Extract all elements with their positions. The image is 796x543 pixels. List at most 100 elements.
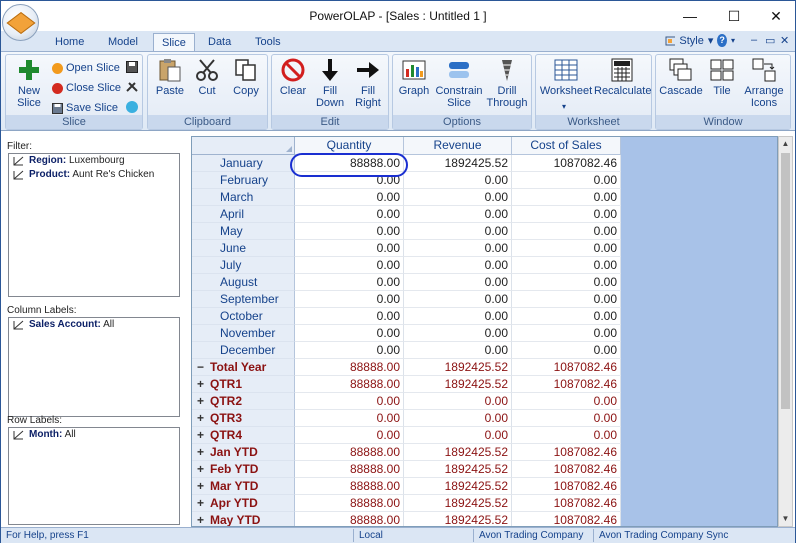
row-header[interactable]: + May YTD [192,512,295,526]
expand-icon[interactable]: + [197,444,207,461]
close-button[interactable]: ✕ [753,1,796,31]
data-cell[interactable]: 1087082.46 [512,376,621,393]
data-cell[interactable]: 0.00 [404,291,512,308]
vertical-scrollbar[interactable]: ▲ ▼ [778,136,793,527]
data-cell[interactable]: 0.00 [295,223,404,240]
data-cell[interactable]: 0.00 [512,172,621,189]
tile-button[interactable]: Tile [705,57,739,97]
row-header[interactable]: July [192,257,295,274]
grid-corner[interactable] [192,137,295,155]
tab-data[interactable]: Data [200,33,239,51]
data-cell[interactable]: 0.00 [404,274,512,291]
expand-icon[interactable]: + [197,478,207,495]
data-cell[interactable]: 1892425.52 [404,512,512,526]
row-header[interactable]: December [192,342,295,359]
row-header[interactable]: April [192,206,295,223]
row-header[interactable]: February [192,172,295,189]
row-header[interactable]: + QTR2 [192,393,295,410]
data-cell[interactable]: 0.00 [404,308,512,325]
fill-right-button[interactable]: Fill Right [349,57,387,109]
application-menu-button[interactable] [2,4,39,41]
data-cell[interactable]: 88888.00 [295,376,404,393]
data-cell[interactable]: 0.00 [512,274,621,291]
cut-button[interactable]: Cut [190,57,224,97]
row-header[interactable]: October [192,308,295,325]
row-item-month[interactable]: Month: All [9,428,179,442]
data-cell[interactable]: 0.00 [404,223,512,240]
data-cell[interactable]: 0.00 [404,342,512,359]
expand-icon[interactable]: + [197,393,207,410]
row-header[interactable]: August [192,274,295,291]
data-cell[interactable]: 0.00 [512,342,621,359]
worksheet-dropdown-icon[interactable]: ▾ [562,102,566,111]
mdi-restore-button[interactable]: ▭ [765,34,775,47]
row-labels-panel[interactable]: Month: All [8,427,180,525]
data-cell[interactable]: 88888.00 [295,478,404,495]
data-cell[interactable]: 1892425.52 [404,478,512,495]
maximize-button[interactable]: ☐ [711,1,757,31]
expand-icon[interactable]: + [197,461,207,478]
tab-home[interactable]: Home [47,33,92,51]
floppy-icon[interactable] [126,61,138,73]
row-header[interactable]: May [192,223,295,240]
cascade-button[interactable]: Cascade [659,57,703,97]
data-cell[interactable]: 0.00 [512,308,621,325]
sync-icon[interactable] [126,101,138,113]
data-cell[interactable]: 0.00 [295,427,404,444]
expand-icon[interactable]: + [197,512,207,526]
fill-down-button[interactable]: Fill Down [313,57,347,109]
row-header[interactable]: November [192,325,295,342]
column-item-sales-account[interactable]: Sales Account: All [9,318,179,332]
data-cell[interactable]: 0.00 [512,240,621,257]
column-labels-panel[interactable]: Sales Account: All [8,317,180,417]
data-cell[interactable]: 1087082.46 [512,478,621,495]
data-cell[interactable]: 1892425.52 [404,461,512,478]
filter-item-region[interactable]: Region: Luxembourg [9,154,179,168]
data-cell[interactable]: 1892425.52 [404,155,512,172]
row-header[interactable]: June [192,240,295,257]
expand-icon[interactable]: + [197,410,207,427]
mdi-close-button[interactable]: ✕ [780,34,789,47]
data-cell[interactable]: 0.00 [295,291,404,308]
data-cell[interactable]: 1087082.46 [512,444,621,461]
tab-tools[interactable]: Tools [247,33,289,51]
data-cell[interactable]: 88888.00 [295,359,404,376]
help-icon[interactable]: ? [717,34,727,47]
data-cell[interactable]: 1892425.52 [404,359,512,376]
data-cell[interactable]: 88888.00 [295,461,404,478]
constrain-slice-button[interactable]: Constrain Slice [435,57,483,109]
row-header[interactable]: January [192,155,295,172]
data-cell[interactable]: 0.00 [295,325,404,342]
data-cell[interactable]: 0.00 [512,393,621,410]
data-cell[interactable]: 0.00 [295,257,404,274]
worksheet-button[interactable]: Worksheet [539,57,593,97]
drill-through-button[interactable]: Drill Through [485,57,529,109]
data-cell[interactable]: 0.00 [512,325,621,342]
data-cell[interactable]: 1087082.46 [512,461,621,478]
data-cell[interactable]: 0.00 [404,427,512,444]
tab-model[interactable]: Model [100,33,146,51]
row-header[interactable]: + QTR4 [192,427,295,444]
collapse-icon[interactable]: − [197,359,207,376]
scroll-down-arrow[interactable]: ▼ [779,512,792,526]
minimize-button[interactable]: — [667,1,713,31]
column-header-cost-of-sales[interactable]: Cost of Sales [512,137,621,155]
row-header[interactable]: + Apr YTD [192,495,295,512]
scroll-thumb[interactable] [781,153,790,409]
data-cell[interactable]: 1892425.52 [404,495,512,512]
expand-icon[interactable]: + [197,495,207,512]
row-header[interactable]: September [192,291,295,308]
data-cell[interactable]: 0.00 [512,291,621,308]
row-header[interactable]: + Feb YTD [192,461,295,478]
data-cell[interactable]: 1087082.46 [512,155,621,172]
data-cell[interactable]: 0.00 [512,206,621,223]
new-slice-button[interactable]: New Slice [9,57,49,109]
recalculate-button[interactable]: Recalculate [594,57,651,97]
data-cell[interactable]: 0.00 [295,189,404,206]
copy-button[interactable]: Copy [226,57,266,97]
help-dropdown-icon[interactable]: ▾ [731,36,735,45]
data-cell[interactable]: 1892425.52 [404,376,512,393]
data-cell[interactable]: 0.00 [295,308,404,325]
data-cell[interactable]: 0.00 [404,172,512,189]
data-cell[interactable]: 0.00 [404,189,512,206]
